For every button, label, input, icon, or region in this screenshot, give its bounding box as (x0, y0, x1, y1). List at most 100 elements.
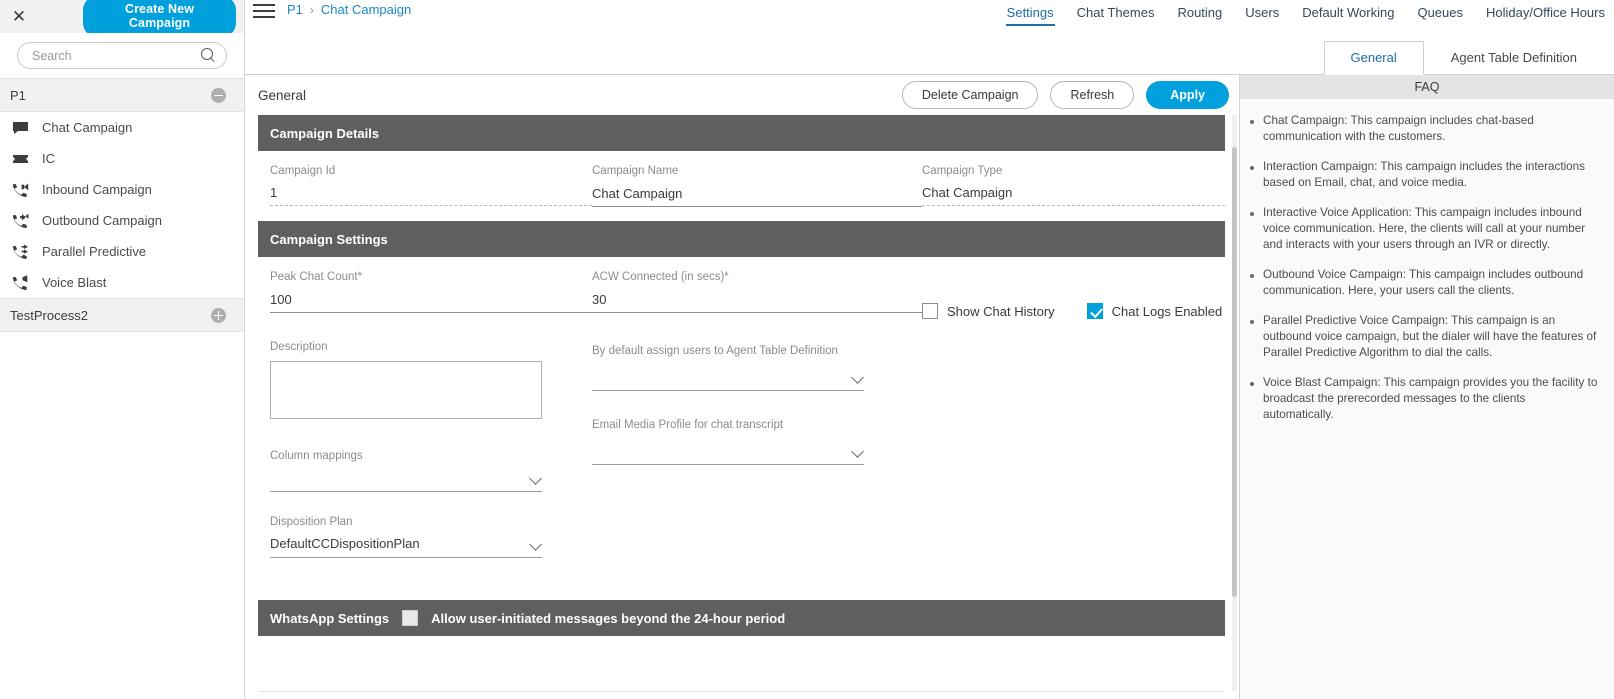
chat-logs-enabled-label: Chat Logs Enabled (1111, 303, 1223, 319)
hamburger-menu-icon[interactable] (253, 3, 275, 19)
faq-item: Outbound Voice Campaign: This campaign i… (1250, 267, 1598, 299)
sidebar-item-chat-campaign[interactable]: Chat Campaign (0, 112, 244, 143)
phone-inbound-icon (12, 182, 30, 197)
apply-button[interactable]: Apply (1146, 81, 1229, 109)
delete-campaign-button[interactable]: Delete Campaign (901, 81, 1039, 109)
collapse-group-icon[interactable] (211, 87, 226, 103)
tab-agent-table-definition[interactable]: Agent Table Definition (1424, 41, 1604, 75)
campaign-details-col-3: Campaign Type Chat Campaign (922, 165, 1225, 213)
disposition-plan-label: Disposition Plan (270, 516, 353, 528)
tab-users[interactable]: Users (1244, 0, 1280, 26)
sidebar-item-label: Chat Campaign (42, 120, 133, 135)
allow-user-initiated-messages-checkbox[interactable] (402, 610, 419, 626)
sidebar-item-label: Voice Blast (42, 275, 107, 290)
sidebar-group-testprocess2[interactable]: TestProcess2 (0, 298, 244, 332)
sidebar-item-outbound-campaign[interactable]: Outbound Campaign (0, 205, 244, 236)
sidebar-item-ic[interactable]: IC (0, 143, 244, 174)
faq-item-text: Parallel Predictive Voice Campaign: This… (1263, 314, 1597, 359)
breadcrumb-item-chat-campaign[interactable]: Chat Campaign (321, 2, 411, 17)
sidebar-item-inbound-campaign[interactable]: Inbound Campaign (0, 174, 244, 205)
email-media-profile-select[interactable] (592, 439, 864, 465)
agent-table-definition-select[interactable] (592, 365, 864, 391)
sidebar-search-container (0, 33, 244, 78)
faq-item-text: Chat Campaign: This campaign includes ch… (1263, 114, 1534, 143)
tab-routing[interactable]: Routing (1176, 0, 1223, 26)
campaign-id-value: 1 (270, 185, 592, 206)
chat-logs-enabled-checkbox-item[interactable]: Chat Logs Enabled (1086, 303, 1223, 319)
chevron-down-icon (529, 538, 542, 551)
whatsapp-settings-title: WhatsApp Settings (270, 610, 390, 626)
disposition-plan-select[interactable]: DefaultCCDispositionPlan (270, 536, 542, 558)
peak-chat-count-field: Peak Chat Count* (270, 271, 592, 313)
column-mappings-field: Column mappings (270, 450, 542, 492)
acw-connected-field: ACW Connected (in secs)* (592, 271, 922, 313)
bullet-icon (1250, 212, 1254, 216)
disposition-plan-value: DefaultCCDispositionPlan (270, 536, 420, 551)
form-vertical-scrollbar-thumb[interactable] (1232, 147, 1237, 597)
description-field: Description (270, 341, 592, 424)
sidebar-item-voice-blast[interactable]: Voice Blast (0, 267, 244, 298)
show-chat-history-checkbox-item[interactable]: Show Chat History (922, 303, 1055, 319)
tab-general[interactable]: General (1323, 41, 1424, 75)
form-vertical-scrollbar[interactable] (1232, 115, 1237, 691)
close-icon[interactable]: ✕ (8, 5, 30, 29)
campaign-settings-body: Peak Chat Count* Description Column mapp… (258, 257, 1225, 572)
form-horizontal-scrollbar[interactable] (259, 691, 1225, 699)
tab-default-working[interactable]: Default Working (1301, 0, 1395, 26)
sidebar-empty-space (0, 332, 244, 699)
form-scroll-region: Campaign Details Campaign Id 1 Campaign … (245, 115, 1239, 691)
allow-user-initiated-messages-label: Allow user-initiated messages beyond the… (431, 610, 786, 626)
form-action-buttons: Delete Campaign Refresh Apply (901, 81, 1229, 109)
create-new-campaign-button[interactable]: Create New Campaign (83, 0, 236, 37)
show-chat-history-checkbox[interactable] (922, 303, 938, 319)
tab-holiday-office-hours[interactable]: Holiday/Office Hours (1485, 0, 1606, 26)
refresh-button[interactable]: Refresh (1050, 81, 1135, 109)
faq-list: Chat Campaign: This campaign includes ch… (1240, 99, 1614, 447)
bullet-icon (1250, 166, 1254, 170)
interaction-ticket-icon (12, 151, 30, 166)
campaign-type-field: Campaign Type Chat Campaign (922, 165, 1225, 206)
search-box[interactable] (17, 42, 227, 69)
description-textarea[interactable] (270, 361, 542, 419)
top-bar: P1 › Chat Campaign Settings Chat Themes … (245, 0, 1614, 39)
tab-settings[interactable]: Settings (1005, 0, 1055, 26)
campaign-name-input[interactable] (592, 186, 922, 207)
chat-options-checkbox-row: Show Chat History Chat Logs Enabled (922, 303, 1225, 319)
expand-group-icon[interactable] (211, 307, 226, 323)
bullet-icon (1250, 120, 1254, 124)
phone-parallel-icon (12, 244, 30, 259)
sidebar-item-parallel-predictive[interactable]: Parallel Predictive (0, 236, 244, 267)
acw-connected-input[interactable] (592, 292, 922, 313)
sidebar-item-label: IC (42, 151, 55, 166)
chat-bubble-icon (12, 120, 30, 135)
campaign-name-label: Campaign Name (592, 165, 679, 177)
content-area: General Delete Campaign Refresh Apply Ca… (245, 75, 1614, 699)
faq-title: FAQ (1240, 75, 1614, 99)
sidebar-item-label: Inbound Campaign (42, 182, 152, 197)
tab-queues[interactable]: Queues (1416, 0, 1464, 26)
main-panel: P1 › Chat Campaign Settings Chat Themes … (245, 0, 1614, 699)
chevron-down-icon (529, 472, 542, 485)
chevron-right-icon: › (309, 2, 314, 17)
bullet-icon (1250, 320, 1254, 324)
sidebar-campaign-list: Chat Campaign IC Inbound Campaign Outbou… (0, 112, 244, 298)
column-mappings-select[interactable] (270, 470, 542, 492)
whatsapp-settings-section-header: WhatsApp Settings Allow user-initiated m… (258, 600, 1225, 636)
faq-panel: FAQ Chat Campaign: This campaign include… (1239, 75, 1614, 699)
faq-item: Chat Campaign: This campaign includes ch… (1250, 113, 1598, 145)
primary-nav-tabs: Settings Chat Themes Routing Users Defau… (1005, 0, 1606, 26)
peak-chat-count-label: Peak Chat Count* (270, 271, 363, 283)
faq-item: Interaction Campaign: This campaign incl… (1250, 159, 1598, 191)
sidebar-group-p1[interactable]: P1 (0, 78, 244, 112)
sidebar-toolbar: ✕ Create New Campaign (0, 0, 244, 37)
peak-chat-count-input[interactable] (270, 292, 592, 313)
breadcrumb-item-p1[interactable]: P1 (287, 2, 303, 17)
campaign-settings-col-1: Peak Chat Count* Description Column mapp… (270, 271, 592, 564)
bullet-icon (1250, 382, 1254, 386)
email-media-profile-field: Email Media Profile for chat transcript (592, 419, 864, 465)
column-mappings-label: Column mappings (270, 450, 363, 462)
form-header: General Delete Campaign Refresh Apply (245, 75, 1239, 115)
chat-logs-enabled-checkbox[interactable] (1086, 303, 1103, 319)
search-input[interactable] (32, 48, 201, 63)
tab-chat-themes[interactable]: Chat Themes (1076, 0, 1156, 26)
